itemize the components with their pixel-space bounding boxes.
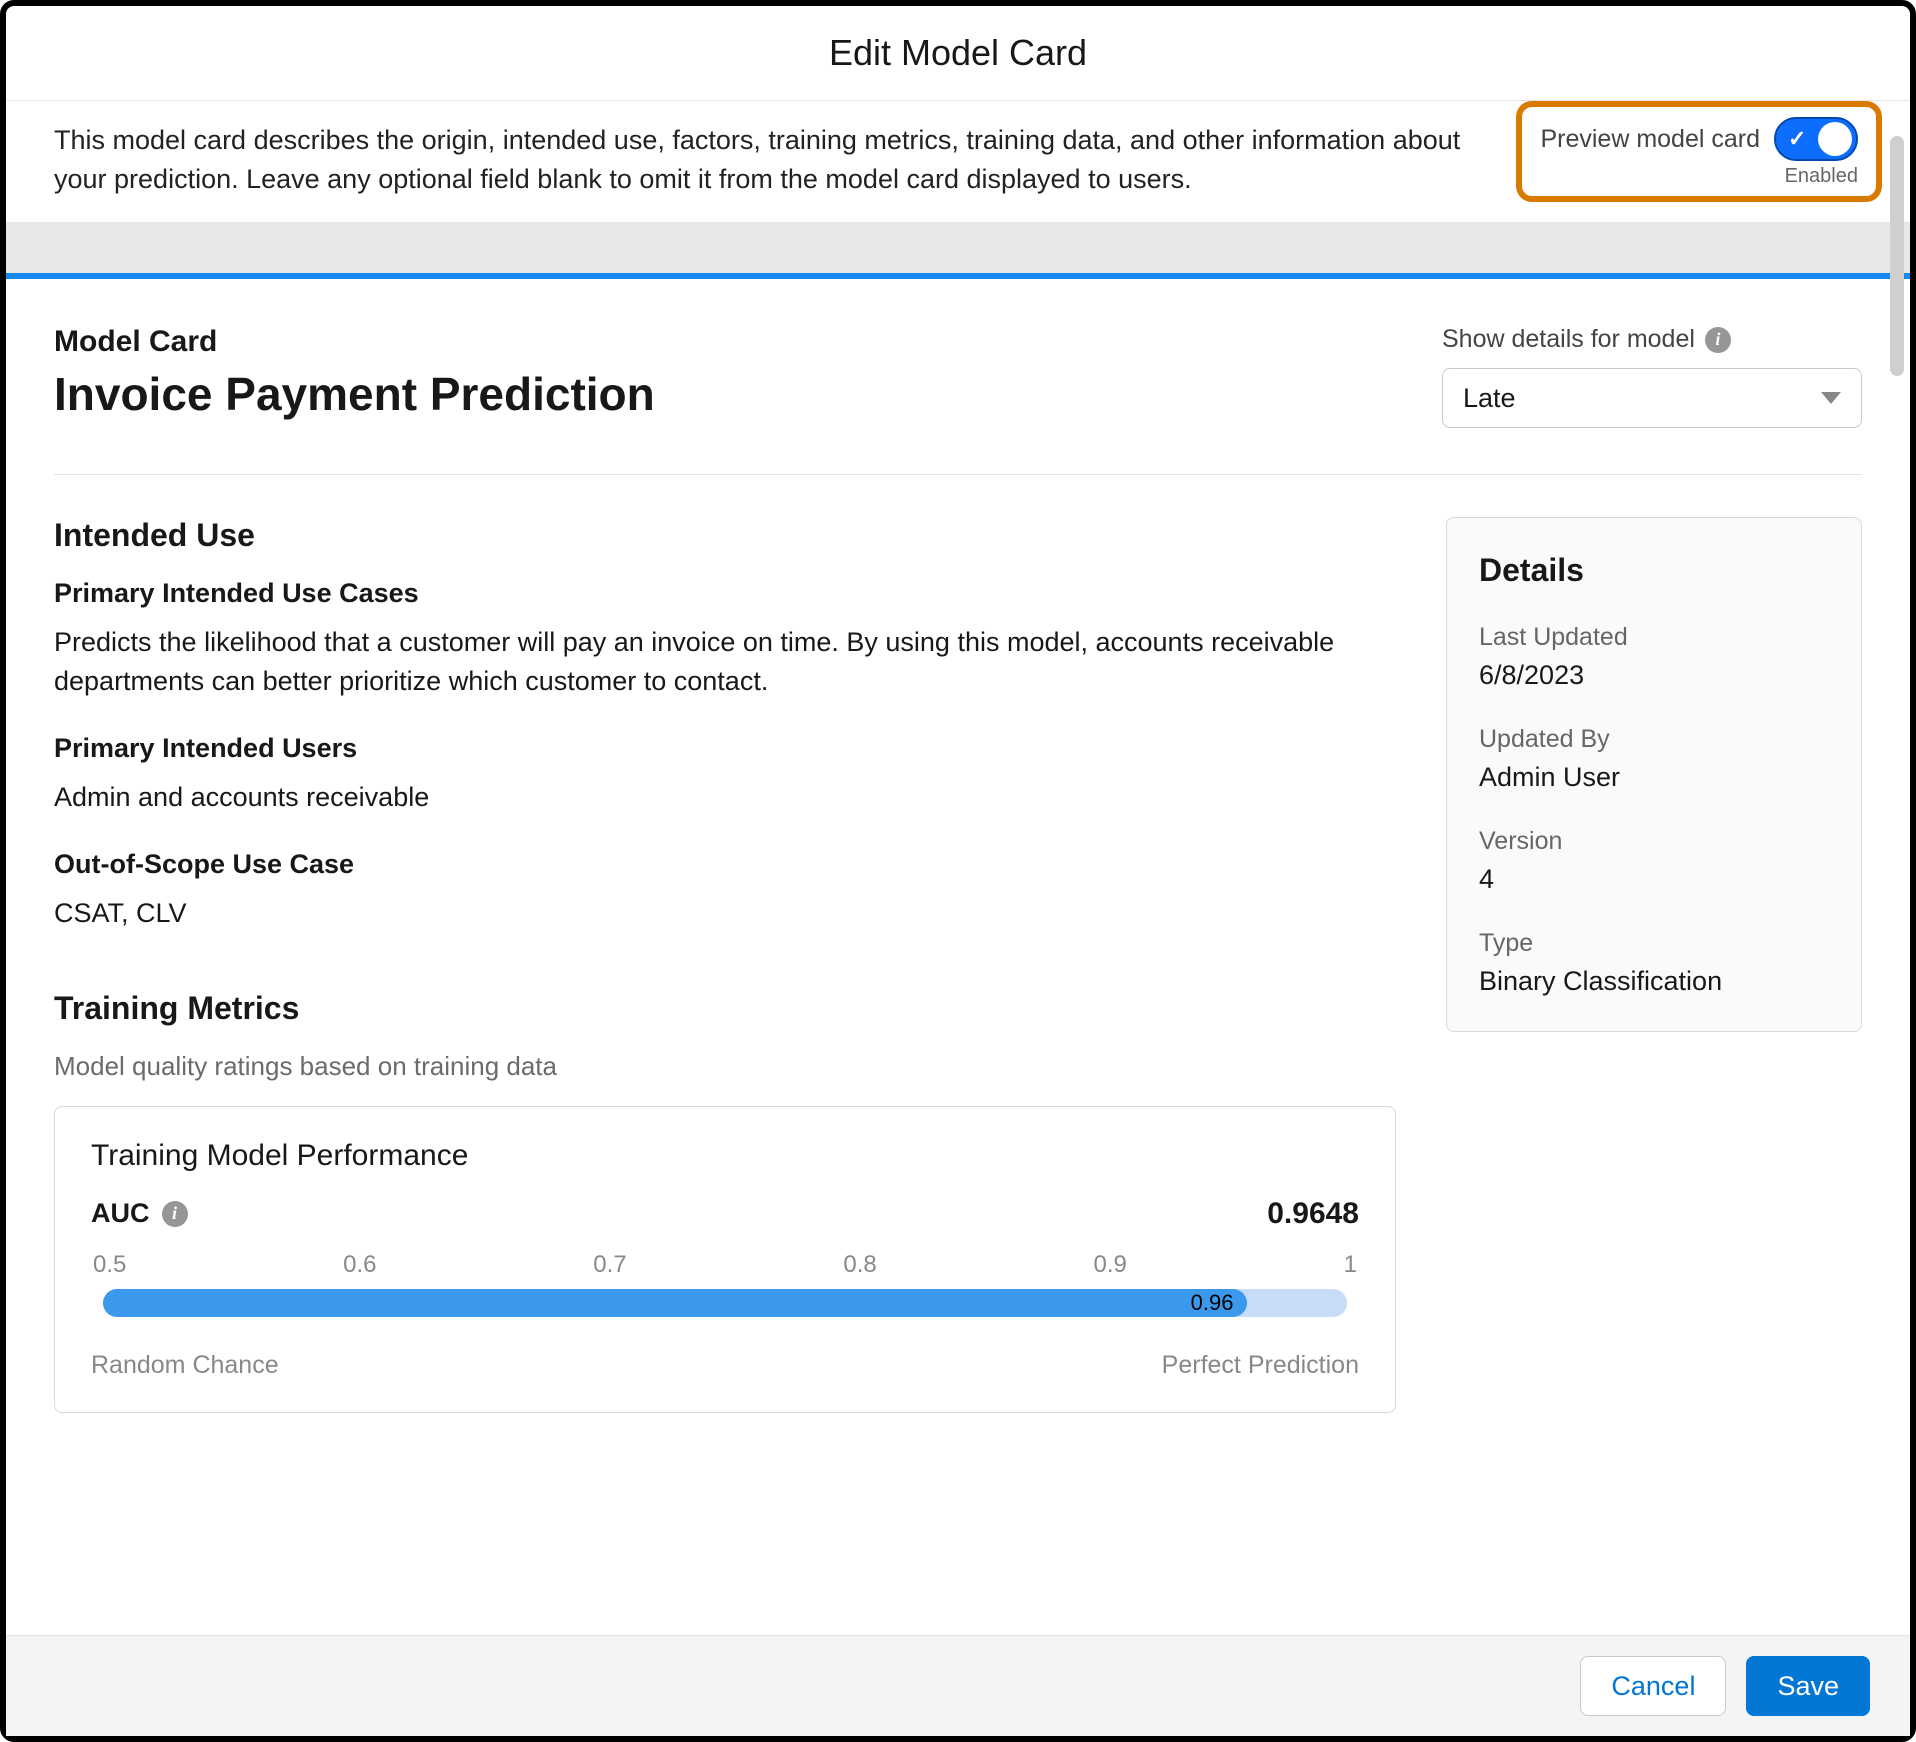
chevron-down-icon	[1821, 392, 1841, 404]
random-chance-label: Random Chance	[91, 1351, 279, 1380]
perfect-prediction-label: Perfect Prediction	[1162, 1351, 1359, 1380]
preview-toggle-row: Preview model card ✓	[1540, 117, 1858, 161]
updated-by-value: Admin User	[1479, 762, 1829, 793]
modal-title: Edit Model Card	[6, 6, 1910, 101]
updated-by-label: Updated By	[1479, 725, 1829, 754]
version-label: Version	[1479, 827, 1829, 856]
model-select-label: Show details for model	[1442, 325, 1695, 354]
primary-users-label: Primary Intended Users	[54, 733, 1396, 764]
info-icon[interactable]: i	[1705, 327, 1731, 353]
preview-toggle[interactable]: ✓	[1774, 117, 1858, 161]
tick: 0.6	[343, 1251, 376, 1279]
check-icon: ✓	[1788, 126, 1806, 152]
tick: 0.5	[93, 1251, 126, 1279]
primary-users-text: Admin and accounts receivable	[54, 778, 1396, 817]
training-metrics-heading: Training Metrics	[54, 990, 1396, 1027]
body-row: Intended Use Primary Intended Use Cases …	[54, 475, 1862, 1413]
auc-bar-value: 0.96	[1191, 1290, 1234, 1316]
auc-label-group: AUC i	[91, 1198, 188, 1229]
details-heading: Details	[1479, 552, 1829, 589]
auc-bar-track: 0.96	[103, 1289, 1347, 1317]
main-column: Intended Use Primary Intended Use Cases …	[54, 517, 1396, 1413]
preview-label: Preview model card	[1540, 125, 1760, 154]
tick: 1	[1344, 1251, 1357, 1279]
auc-bar-labels: Random Chance Perfect Prediction	[91, 1351, 1359, 1380]
model-card-title: Invoice Payment Prediction	[54, 367, 655, 421]
card-heading-block: Model Card Invoice Payment Prediction	[54, 325, 655, 421]
description-row: This model card describes the origin, in…	[6, 101, 1910, 223]
content-area: Model Card Invoice Payment Prediction Sh…	[6, 279, 1910, 1635]
model-select[interactable]: Late	[1442, 368, 1862, 428]
side-column: Details Last Updated 6/8/2023 Updated By…	[1446, 517, 1862, 1413]
last-updated-value: 6/8/2023	[1479, 660, 1829, 691]
training-metrics-sub: Model quality ratings based on training …	[54, 1051, 1396, 1082]
modal-description: This model card describes the origin, in…	[54, 121, 1486, 199]
model-select-value: Late	[1463, 383, 1516, 414]
cancel-button[interactable]: Cancel	[1580, 1656, 1726, 1716]
modal-frame: Edit Model Card This model card describe…	[0, 0, 1916, 1742]
primary-use-cases-text: Predicts the likelihood that a customer …	[54, 623, 1396, 701]
tick: 0.8	[843, 1251, 876, 1279]
auc-ticks: 0.5 0.6 0.7 0.8 0.9 1	[91, 1251, 1359, 1279]
performance-card: Training Model Performance AUC i 0.9648 …	[54, 1106, 1396, 1413]
save-button[interactable]: Save	[1746, 1656, 1870, 1716]
auc-label: AUC	[91, 1198, 150, 1229]
card-header-row: Model Card Invoice Payment Prediction Sh…	[54, 325, 1862, 475]
auc-row: AUC i 0.9648	[91, 1197, 1359, 1231]
auc-value: 0.9648	[1267, 1197, 1359, 1231]
type-value: Binary Classification	[1479, 966, 1829, 997]
model-select-label-row: Show details for model i	[1442, 325, 1731, 354]
preview-highlight-box: Preview model card ✓ Enabled	[1516, 101, 1882, 202]
tick: 0.7	[593, 1251, 626, 1279]
model-select-area: Show details for model i Late	[1442, 325, 1862, 428]
out-of-scope-label: Out-of-Scope Use Case	[54, 849, 1396, 880]
primary-use-cases-label: Primary Intended Use Cases	[54, 578, 1396, 609]
details-card: Details Last Updated 6/8/2023 Updated By…	[1446, 517, 1862, 1032]
scrollbar-thumb[interactable]	[1890, 136, 1904, 376]
intended-use-heading: Intended Use	[54, 517, 1396, 554]
separator-band	[6, 223, 1910, 279]
model-card-label: Model Card	[54, 325, 655, 359]
tick: 0.9	[1094, 1251, 1127, 1279]
out-of-scope-text: CSAT, CLV	[54, 894, 1396, 933]
version-value: 4	[1479, 864, 1829, 895]
last-updated-label: Last Updated	[1479, 623, 1829, 652]
modal-footer: Cancel Save	[6, 1635, 1910, 1736]
preview-toggle-state: Enabled	[1785, 165, 1858, 188]
auc-bar-fill: 0.96	[103, 1289, 1247, 1317]
performance-title: Training Model Performance	[91, 1139, 1359, 1173]
type-label: Type	[1479, 929, 1829, 958]
toggle-knob	[1818, 122, 1852, 156]
info-icon[interactable]: i	[162, 1201, 188, 1227]
